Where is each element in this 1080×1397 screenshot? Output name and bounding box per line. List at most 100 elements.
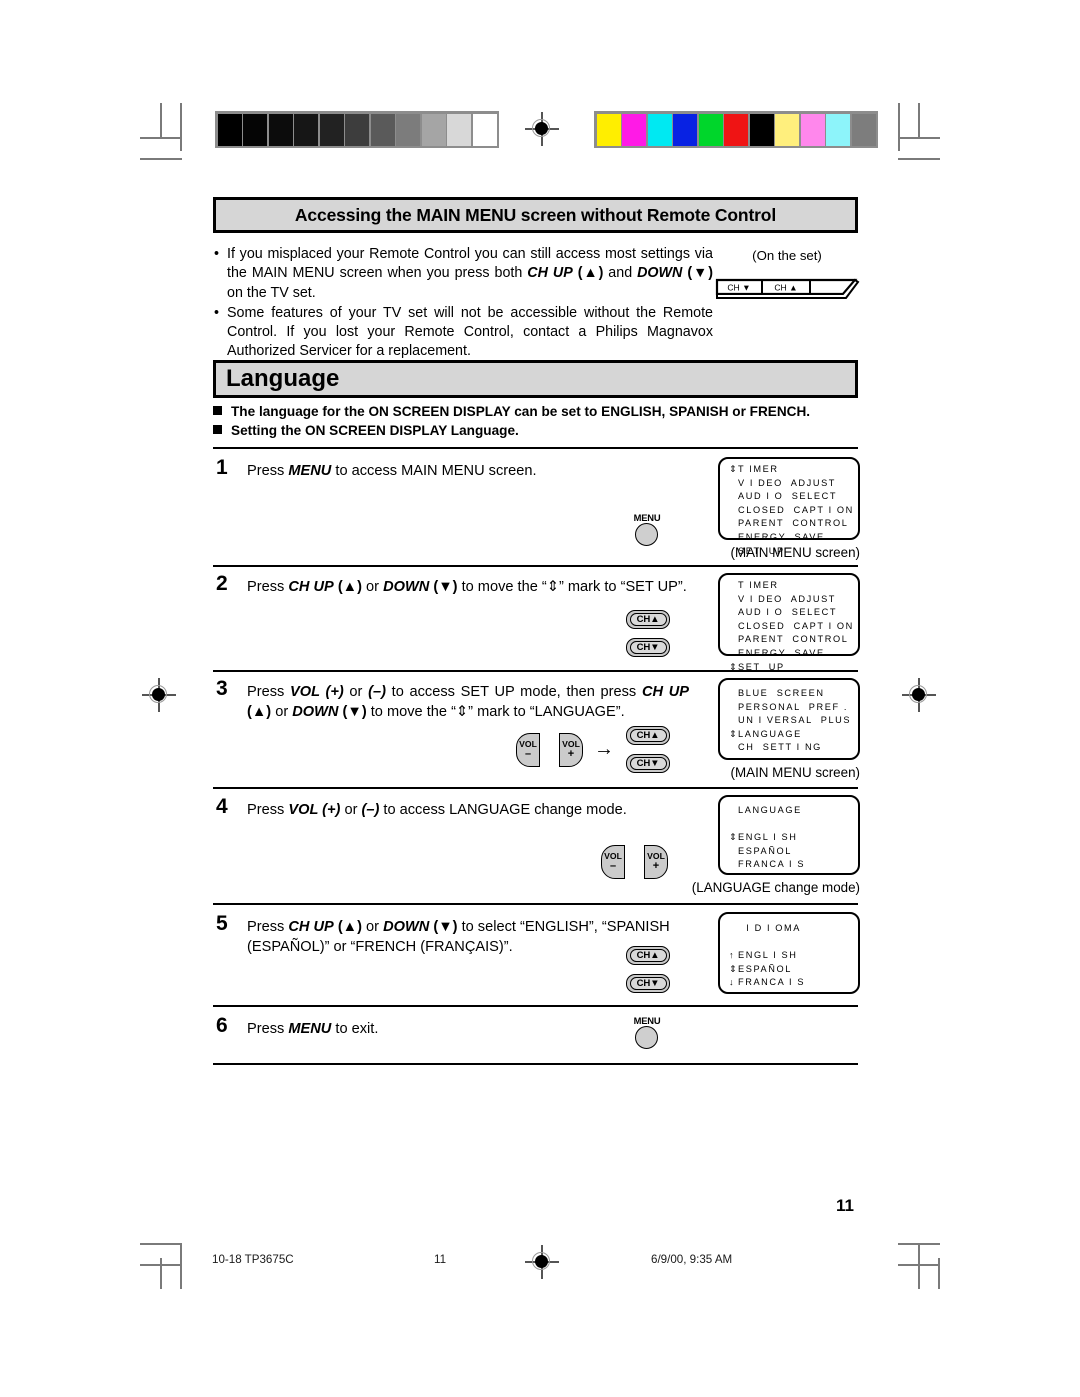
ch-up-button[interactable]: CH▲ <box>626 726 670 745</box>
emphasis-text: MENU <box>288 1021 332 1037</box>
note-item-1: Setting the ON SCREEN DISPLAY Language. <box>213 423 519 438</box>
registration-target-right <box>902 678 936 712</box>
emphasis-text: CH UP <box>527 265 573 282</box>
menu-button[interactable]: MENU <box>624 1015 670 1051</box>
vol-up-button[interactable]: VOL + <box>559 733 583 767</box>
osd-line-4: FRANCA I S <box>720 858 858 872</box>
step-divider <box>213 787 858 789</box>
calibration-swatch-10 <box>472 113 497 146</box>
osd-line-text <box>738 937 742 947</box>
osd-line-text: V I DEO ADJUST <box>738 477 837 488</box>
ch-up-button[interactable]: CH▲ <box>626 610 670 629</box>
section-header-main-menu-title: Accessing the MAIN MENU screen without R… <box>294 205 777 225</box>
step-text-4: Press VOL (+) or (–) to access LANGUAGE … <box>247 802 627 818</box>
ch-down-button-label: CH▼ <box>629 977 667 990</box>
osd-screen-set-up-menu: BLUE SCREEN PERSONAL PREF . UN I VERSAL PL… <box>718 678 860 760</box>
osd-line-5: ENERGY SAVE <box>720 531 858 545</box>
arrow-right-icon: → <box>594 738 614 760</box>
osd-line-4: PARENT CONTROL <box>720 517 858 531</box>
step-text-1: Press MENU to access MAIN MENU screen. <box>247 463 537 479</box>
osd-line-2: ↑ ENGL I SH <box>720 949 858 963</box>
vol-down-button[interactable]: VOL – <box>516 733 540 767</box>
note-item-1-text: Setting the ON SCREEN DISPLAY Language. <box>231 423 519 438</box>
calibration-swatch-3 <box>294 113 318 146</box>
osd-line-text: ESPAÑOL <box>738 845 792 856</box>
osd-line-text: FRANCA I S <box>738 977 806 988</box>
osd-line-text: AUD I O SELECT <box>738 491 838 502</box>
calibration-swatch-1 <box>622 113 646 146</box>
ch-down-button[interactable]: CH▼ <box>626 974 670 993</box>
menu-button-circle[interactable] <box>635 523 658 546</box>
emphasis-text: (▲) <box>333 919 362 935</box>
emphasis-text: CH UP <box>641 684 689 700</box>
menu-button-circle[interactable] <box>635 1026 658 1049</box>
osd-line-text: ESPAÑOL <box>738 963 792 974</box>
osd-line-text: CLOSED CAPT I ON <box>738 504 854 515</box>
crop-mark-tr-v <box>898 103 900 151</box>
osd-line-2: AUD I O SELECT <box>720 490 858 504</box>
grayscale-calibration-bar <box>215 111 499 148</box>
ch-up-button-label: CH▲ <box>629 949 667 962</box>
menu-button[interactable]: MENU <box>624 512 670 548</box>
osd-line-1: V I DEO ADJUST <box>720 593 858 607</box>
osd-line-text: CH SETT I NG <box>738 742 822 753</box>
calibration-swatch-0 <box>596 113 621 146</box>
osd-line-0: BLUE SCREEN <box>720 687 858 701</box>
calibration-swatch-8 <box>421 113 446 146</box>
crop-mark-tl-v <box>180 103 182 151</box>
step-divider <box>213 1005 858 1007</box>
osd-line-3: CLOSED CAPT I ON <box>720 620 858 634</box>
crop-mark-br-v2 <box>938 1258 940 1289</box>
bullet-icon: • <box>214 246 220 262</box>
footer-center: 11 <box>434 1253 447 1266</box>
ch-up-button[interactable]: CH▲ <box>626 946 670 965</box>
ch-up-button-label: CH▲ <box>629 613 667 626</box>
calibration-swatch-2 <box>268 113 293 146</box>
emphasis-text: (▲) <box>333 579 362 595</box>
note-item-0: The language for the ON SCREEN DISPLAY c… <box>213 404 810 419</box>
osd-screen-main-menu-2: T IMER V I DEO ADJUST AUD I O SELECT CLOSED… <box>718 573 860 672</box>
osd-line-3: ⇕ ESPAÑOL <box>720 963 858 977</box>
calibration-swatch-7 <box>396 113 420 146</box>
step-text-5: Press CH UP (▲) or DOWN (▼) to select “E… <box>247 919 670 955</box>
emphasis-text: DOWN <box>292 704 339 720</box>
calibration-swatch-2 <box>647 113 672 146</box>
section-header-language-title: Language <box>226 365 340 392</box>
emphasis-text: (▲) <box>572 265 604 282</box>
osd-screen-idioma-change: I D I OMA ↑ ENGL I SH ⇕ ESPAÑOL ↓ FRANCA I S <box>718 912 860 994</box>
on-the-set-button-0[interactable]: CH ▼ <box>727 283 750 293</box>
osd-line-2: ⇕ ENGL I SH <box>720 831 858 845</box>
bullet-icon: • <box>214 304 220 321</box>
step-text-3: Press VOL (+) or (–) to access SET UP mo… <box>247 684 689 720</box>
calibration-swatch-9 <box>826 113 850 146</box>
vol-up-button[interactable]: VOL + <box>644 845 668 879</box>
crop-mark-bl-v2 <box>160 1258 162 1289</box>
calibration-swatch-6 <box>749 113 774 146</box>
note-item-0-text: The language for the ON SCREEN DISPLAY c… <box>231 404 811 419</box>
ch-down-button[interactable]: CH▼ <box>626 638 670 657</box>
emphasis-text: CH UP <box>288 919 334 935</box>
on-the-set-button-1[interactable]: CH ▲ <box>774 283 797 293</box>
vol-down-button[interactable]: VOL – <box>601 845 625 879</box>
vol-up-sign: + <box>652 860 660 872</box>
step-divider <box>213 565 858 567</box>
emphasis-text: VOL (+) <box>290 684 344 700</box>
menu-button-label: MENU <box>633 1015 661 1026</box>
crop-mark-tr-v2 <box>918 103 920 139</box>
emphasis-text: (▼) <box>429 919 458 935</box>
step-number-2: 2 <box>216 572 228 595</box>
osd-line-text: ENERGY SAVE <box>738 531 825 542</box>
osd-line-4: PARENT CONTROL <box>720 633 858 647</box>
vol-down-sign: – <box>609 860 617 872</box>
step-number-4: 4 <box>216 795 228 818</box>
osd-line-text: FRANCA I S <box>738 859 806 870</box>
osd-line-text: T IMER <box>738 464 779 474</box>
osd-line-text: ENGL I SH <box>738 950 798 961</box>
step-text-6: Press MENU to exit. <box>247 1021 379 1037</box>
osd-line-text: LANGUAGE <box>738 805 802 815</box>
crop-mark-bl-v <box>180 1243 182 1289</box>
step-divider <box>213 447 858 449</box>
osd-line-1: PERSONAL PREF . <box>720 701 858 715</box>
osd-screen-language-change: LANGUAGE ⇕ ENGL I SH ESPAÑOL FRANCA I S <box>718 795 860 875</box>
osd-line-text: CLOSED CAPT I ON <box>738 620 854 631</box>
